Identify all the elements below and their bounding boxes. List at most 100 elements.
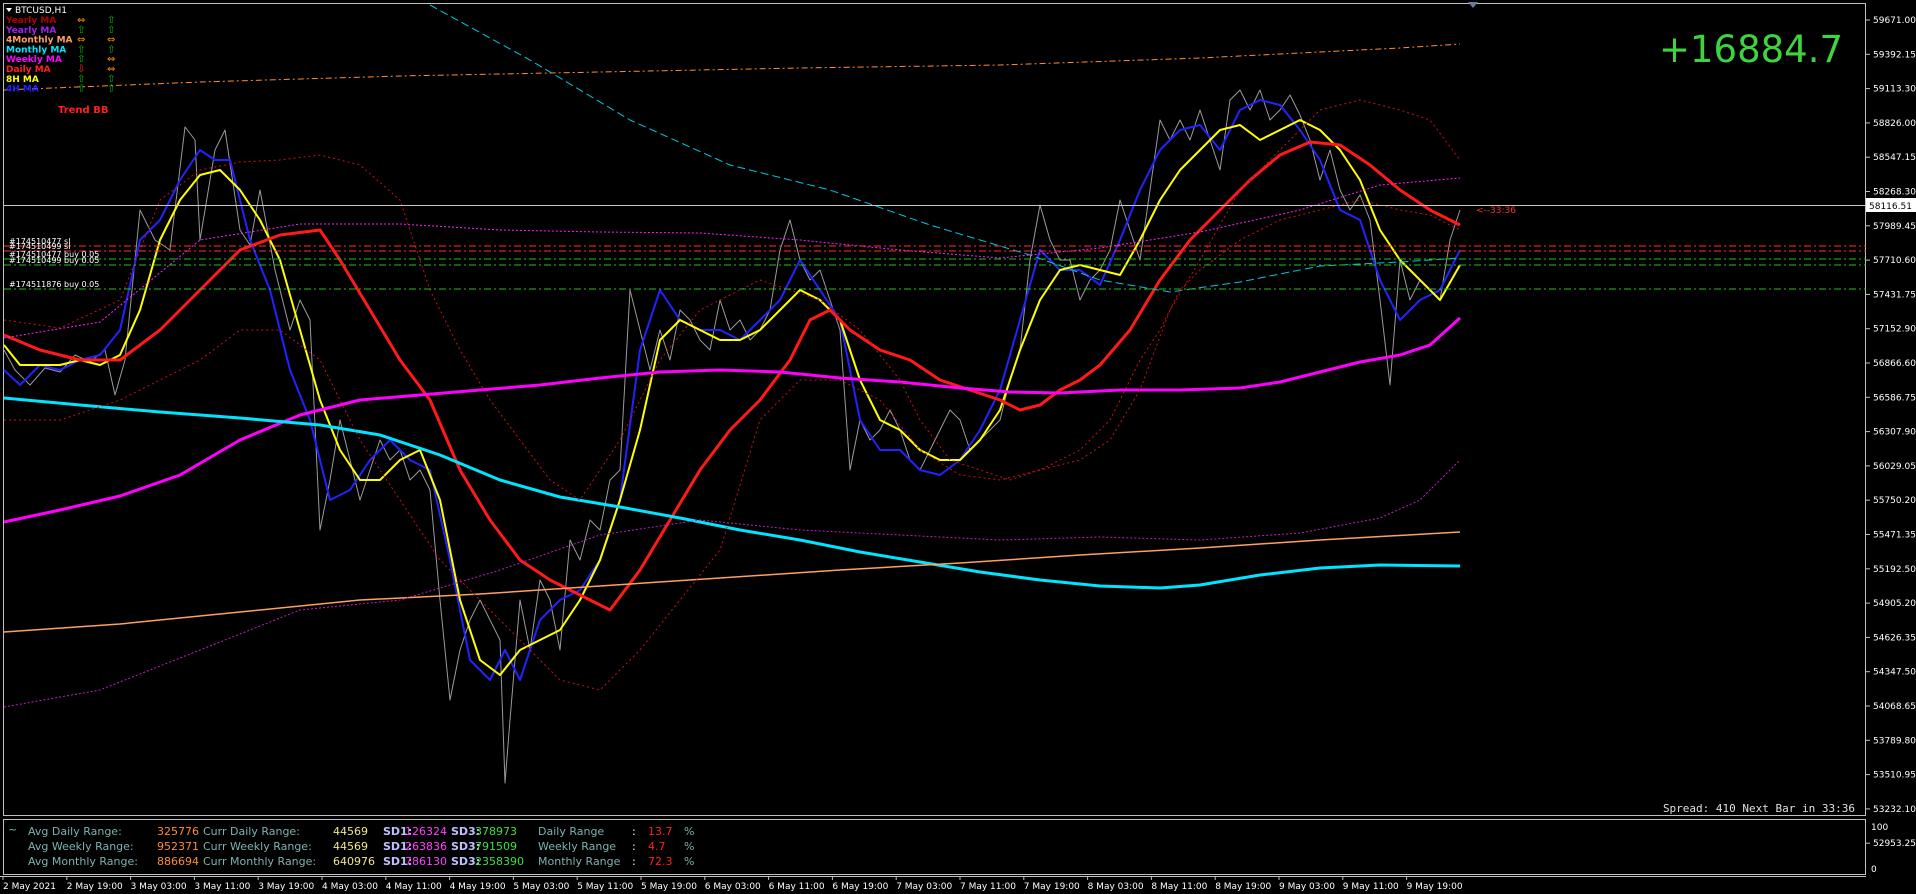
legend-item-label: 8H MA bbox=[6, 75, 39, 85]
8h-ma-line bbox=[3, 119, 1461, 676]
daily-ma-line bbox=[3, 140, 1461, 612]
time-tick-label: 5 May 03:00 bbox=[513, 882, 569, 892]
price-tick-label: 54905.20 bbox=[1873, 599, 1916, 609]
spread-info: Spread: 410 Next Bar in 33:36 bbox=[1663, 802, 1855, 815]
time-tick-label: 9 May 11:00 bbox=[1343, 882, 1399, 892]
subwindow-axis-bottom: 0 bbox=[1871, 865, 1877, 875]
trend-bb-lower bbox=[4, 199, 1461, 691]
range-cell-value: 886694 bbox=[157, 855, 199, 868]
range-cell-sd3: 791509 bbox=[475, 840, 517, 853]
price-axis: 59671.00 59392.15 59113.30 58826.00 58547.15… bbox=[1866, 16, 1916, 849]
range-cell-label: Avg Daily Range: bbox=[28, 825, 122, 838]
time-tick-label: 8 May 11:00 bbox=[1151, 882, 1207, 892]
price-tick-label: 54347.50 bbox=[1873, 668, 1916, 678]
price-tick-label: 52953.25 bbox=[1873, 839, 1916, 849]
price-close-line bbox=[3, 89, 1461, 784]
range-cell-value: 952371 bbox=[157, 840, 199, 853]
4monthly-ma-line bbox=[3, 531, 1461, 633]
range-cell-curr-label: Curr Weekly Range: bbox=[203, 840, 312, 853]
range-cell-range-label: Monthly Range bbox=[538, 855, 621, 868]
range-cell-pct: 4.7 bbox=[648, 840, 666, 853]
price-tick-label: 57710.60 bbox=[1873, 256, 1916, 266]
price-tick-label: 56586.75 bbox=[1873, 393, 1916, 403]
price-tick-label: 55750.20 bbox=[1873, 496, 1916, 506]
price-tick-label: 53789.80 bbox=[1873, 736, 1916, 746]
indicator-lines bbox=[3, 4, 1462, 784]
range-cell-pct: 72.3 bbox=[648, 855, 673, 868]
price-tick-label: 58547.15 bbox=[1873, 153, 1916, 163]
price-tick-label: 58826.00 bbox=[1873, 119, 1916, 129]
range-cell-range-label: Daily Range bbox=[538, 825, 604, 838]
range-cell-sd1: 786130 bbox=[405, 855, 447, 868]
time-tick-label: 3 May 19:00 bbox=[258, 882, 314, 892]
time-tick-label: 2 May 19:00 bbox=[67, 882, 123, 892]
time-axis: 2 May 2021 2 May 19:00 3 May 03:00 3 May 11… bbox=[2, 876, 1463, 892]
time-tick-label: 7 May 11:00 bbox=[960, 882, 1016, 892]
trend-arrow-icon: ⇧ bbox=[107, 84, 115, 95]
subwindow-tilde: ~ bbox=[8, 823, 17, 836]
range-cell-curr-value: 640976 bbox=[333, 855, 375, 868]
range-stats-panel: Avg Daily Range: 325776 Curr Daily Range: 4… bbox=[28, 825, 694, 868]
legend-item-label: Monthly MA bbox=[6, 45, 66, 55]
bar-timer-label: <--33:36 bbox=[1476, 206, 1516, 216]
trend-arrow-icon: ⇧ bbox=[77, 84, 85, 95]
time-tick-label: 6 May 19:00 bbox=[832, 882, 888, 892]
range-cell-curr-label: Curr Daily Range: bbox=[203, 825, 300, 838]
time-tick-label: 8 May 19:00 bbox=[1215, 882, 1271, 892]
range-cell-pct-sign: % bbox=[684, 840, 694, 853]
legend-item-label: Yearly MA bbox=[5, 26, 56, 36]
time-tick-label: 5 May 19:00 bbox=[641, 882, 697, 892]
yearly-ma-line bbox=[3, 43, 1461, 91]
order-label: #174511876 buy 0.05 bbox=[9, 280, 99, 289]
main-chart-frame bbox=[3, 3, 1866, 816]
price-tick-label: 55471.35 bbox=[1873, 531, 1916, 541]
ma-legend: Yearly MA ⇔ ⇧Yearly MA ⇧ ⇧4Monthly MA ⇔ ⇔Month… bbox=[5, 15, 115, 95]
legend-item-label: 4H MA bbox=[6, 85, 39, 95]
range-cell-sd3: 378973 bbox=[475, 825, 517, 838]
subwindow-axis-top: 100 bbox=[1871, 823, 1888, 833]
price-tick-label: 59671.00 bbox=[1873, 16, 1916, 26]
time-tick-label: 5 May 11:00 bbox=[577, 882, 633, 892]
chart-shift-marker-icon[interactable] bbox=[1468, 2, 1478, 8]
bb-lower bbox=[3, 459, 1461, 708]
trading-chart[interactable]: #174510477 sl#174510499 sl#174510477 buy… bbox=[0, 0, 1916, 894]
time-tick-label: 6 May 03:00 bbox=[705, 882, 761, 892]
range-cell-curr-label: Curr Monthly Range: bbox=[203, 855, 316, 868]
order-levels: #174510477 sl#174510499 sl#174510477 buy… bbox=[4, 237, 1866, 290]
price-tick-label: 56307.90 bbox=[1873, 428, 1916, 438]
monthly-trend-line bbox=[429, 4, 1461, 293]
price-tick-label: 59113.30 bbox=[1873, 85, 1916, 95]
range-cell-value: 325776 bbox=[157, 825, 199, 838]
trend-bb-label: Trend BB bbox=[58, 105, 108, 116]
range-cell-curr-value: 44569 bbox=[333, 840, 368, 853]
range-cell-colon: : bbox=[632, 825, 636, 838]
weekly-ma-line bbox=[3, 316, 1462, 524]
price-tick-label: 57431.75 bbox=[1873, 290, 1916, 300]
time-tick-label: 4 May 03:00 bbox=[322, 882, 378, 892]
time-tick-label: 2 May 2021 bbox=[3, 882, 56, 892]
time-tick-label: 9 May 03:00 bbox=[1279, 882, 1335, 892]
time-tick-label: 4 May 11:00 bbox=[386, 882, 442, 892]
triangle-down-icon[interactable] bbox=[6, 8, 12, 12]
legend-item-label: Yearly MA bbox=[5, 16, 56, 26]
price-tick-label: 57989.45 bbox=[1873, 222, 1916, 232]
time-tick-label: 7 May 03:00 bbox=[896, 882, 952, 892]
legend-item-label: 4Monthly MA bbox=[6, 36, 73, 46]
order-label: #174510499 buy 0.05 bbox=[9, 256, 99, 265]
profit-display: +16884.7 bbox=[1659, 28, 1843, 71]
price-tick-label: 56866.60 bbox=[1873, 359, 1916, 369]
price-tick-label: 54068.65 bbox=[1873, 702, 1916, 712]
range-cell-pct-sign: % bbox=[684, 825, 694, 838]
range-cell-range-label: Weekly Range bbox=[538, 840, 616, 853]
range-cell-colon: : bbox=[632, 840, 636, 853]
bb-upper bbox=[3, 177, 1461, 339]
time-tick-label: 3 May 11:00 bbox=[194, 882, 250, 892]
range-cell-pct-sign: % bbox=[684, 855, 694, 868]
range-cell-curr-value: 44569 bbox=[333, 825, 368, 838]
price-tick-label: 54626.35 bbox=[1873, 633, 1916, 643]
time-tick-label: 9 May 19:00 bbox=[1407, 882, 1463, 892]
time-tick-label: 3 May 03:00 bbox=[131, 882, 187, 892]
legend-item-label: Daily MA bbox=[6, 65, 51, 75]
range-cell-pct: 13.7 bbox=[648, 825, 673, 838]
range-cell-label: Avg Monthly Range: bbox=[28, 855, 138, 868]
